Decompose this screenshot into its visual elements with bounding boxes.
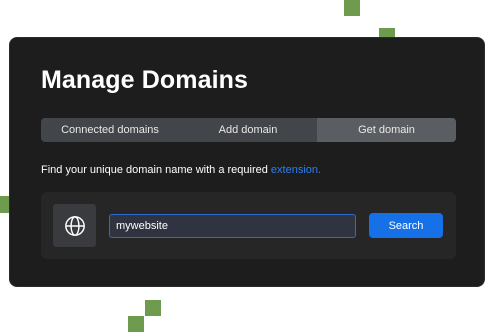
extension-link[interactable]: extension. xyxy=(271,164,321,176)
decor-square xyxy=(344,0,360,16)
tab-add-domain[interactable]: Add domain xyxy=(179,118,317,142)
globe-icon xyxy=(53,204,96,247)
tab-connected-domains[interactable]: Connected domains xyxy=(41,118,179,142)
description: Find your unique domain name with a requ… xyxy=(41,164,321,176)
page-title: Manage Domains xyxy=(41,66,249,94)
search-button[interactable]: Search xyxy=(369,213,443,238)
domain-tabs: Connected domains Add domain Get domain xyxy=(41,118,456,142)
decor-square xyxy=(128,316,144,332)
decor-square xyxy=(145,300,161,316)
domain-search-panel: Search xyxy=(41,192,456,259)
tab-get-domain[interactable]: Get domain xyxy=(317,118,456,142)
domain-search-input[interactable] xyxy=(109,214,356,238)
description-text: Find your unique domain name with a requ… xyxy=(41,164,271,176)
manage-domains-card: Manage Domains Connected domains Add dom… xyxy=(9,37,485,287)
